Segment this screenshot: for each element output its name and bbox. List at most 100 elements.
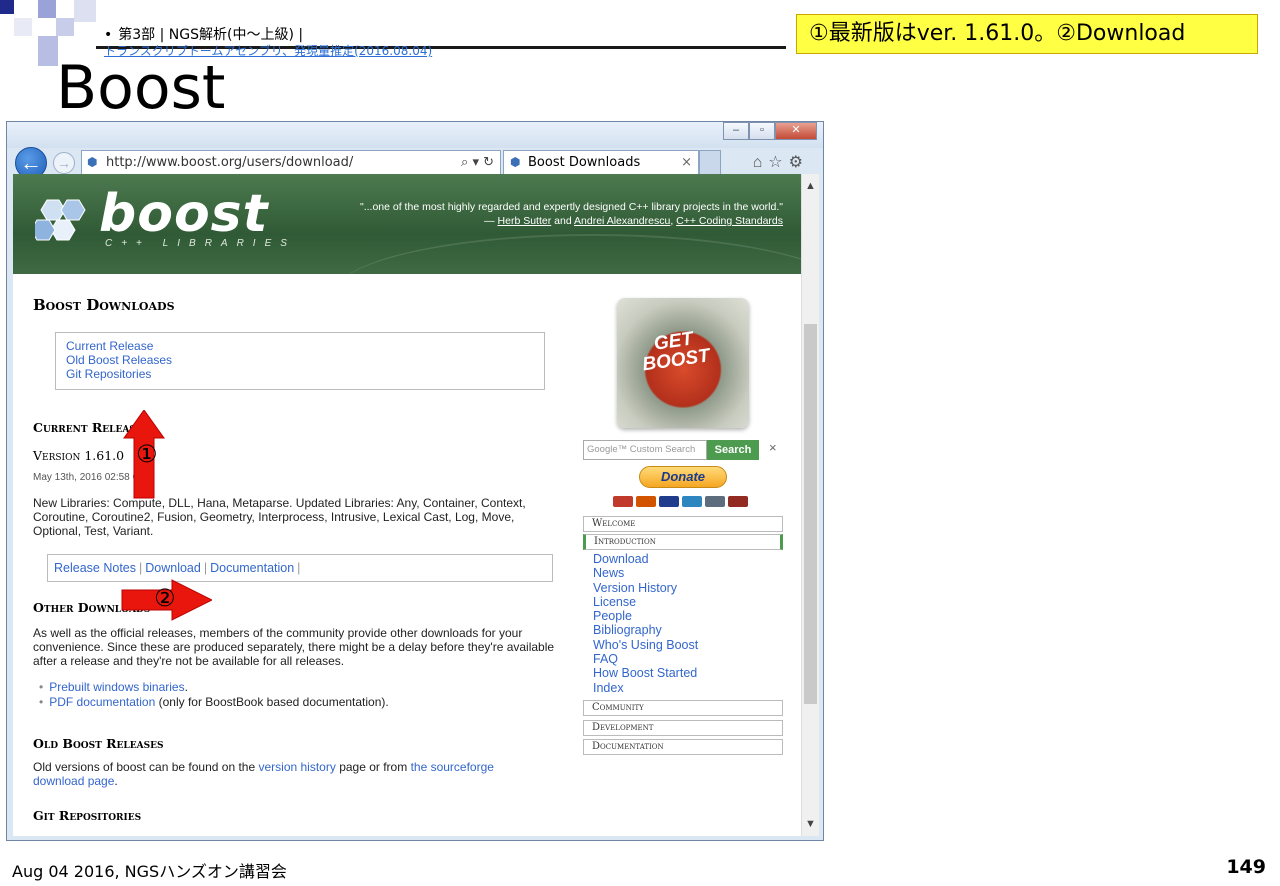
- forward-button[interactable]: →: [53, 152, 75, 174]
- decor-square: [0, 0, 14, 14]
- annotation-marker-1: ①: [136, 440, 158, 468]
- arrow-left-icon: ←: [20, 150, 42, 175]
- nav-documentation[interactable]: Documentation: [583, 739, 783, 755]
- nav-link-bibliography[interactable]: Bibliography: [593, 623, 698, 637]
- quote-author-link[interactable]: Andrei Alexandrescu: [574, 215, 670, 227]
- toolbar-icons[interactable]: ⌂☆⚙: [753, 152, 809, 172]
- nav-link-people[interactable]: People: [593, 609, 698, 623]
- tab-close-icon[interactable]: ×: [681, 151, 692, 174]
- donate-button[interactable]: Donate: [639, 466, 727, 488]
- get-boost-label: GET BOOST: [639, 327, 712, 376]
- close-button[interactable]: ✕: [775, 122, 817, 140]
- get-boost-button[interactable]: GET BOOST: [617, 298, 749, 428]
- search-button[interactable]: Search: [707, 440, 759, 460]
- documentation-link[interactable]: Documentation: [210, 561, 294, 575]
- slide-footer: Aug 04 2016, NGSハンズオン講習会: [12, 862, 287, 881]
- other-downloads-list: • Prebuilt windows binaries. • PDF documen…: [39, 680, 389, 710]
- breadcrumb-bullet: •: [104, 27, 113, 43]
- search-input[interactable]: Google™ Custom Search: [583, 440, 707, 460]
- nav-community[interactable]: Community: [583, 700, 783, 716]
- quote-author-link[interactable]: Herb Sutter: [498, 215, 552, 227]
- payment-cards: [613, 496, 748, 507]
- nav-link-faq[interactable]: FAQ: [593, 652, 698, 666]
- toc-link-git[interactable]: Git Repositories: [66, 367, 544, 381]
- list-item: • PDF documentation (only for BoostBook b…: [39, 695, 389, 710]
- nav-link-whos-using[interactable]: Who's Using Boost: [593, 638, 698, 652]
- scrollbar-thumb[interactable]: [804, 324, 817, 704]
- card-icon: [682, 496, 702, 507]
- slide-title: Boost: [56, 53, 226, 123]
- scroll-down-icon[interactable]: ▼: [805, 818, 816, 830]
- old-releases-mid: page or from: [335, 760, 411, 774]
- page-heading: Boost Downloads: [33, 296, 175, 314]
- version-history-link[interactable]: version history: [258, 760, 335, 774]
- quote-and: and: [551, 215, 575, 227]
- nav-welcome[interactable]: Welcome: [583, 516, 783, 532]
- other-downloads-text: As well as the official releases, member…: [33, 626, 555, 668]
- vertical-scrollbar[interactable]: ▲ ▼: [801, 174, 819, 836]
- nav-link-index[interactable]: Index: [593, 681, 698, 695]
- old-releases-pre: Old versions of boost can be found on th…: [33, 760, 259, 774]
- card-icon: [636, 496, 656, 507]
- card-icon: [613, 496, 633, 507]
- navigation-bar: ← → ⬢ http://www.boost.org/users/downloa…: [7, 144, 823, 179]
- old-releases-heading: Old Boost Releases: [33, 736, 164, 751]
- minimize-button[interactable]: –: [723, 122, 749, 140]
- toc-link-current-release[interactable]: Current Release: [66, 339, 544, 353]
- toc-link-old-releases[interactable]: Old Boost Releases: [66, 353, 544, 367]
- window-controls: – ▫ ✕: [723, 122, 817, 140]
- nav-development[interactable]: Development: [583, 720, 783, 736]
- breadcrumb-section: 第3部 | NGS解析(中〜上級) |: [118, 27, 304, 43]
- version-label: Version 1.61.0: [33, 448, 125, 463]
- address-controls[interactable]: ⌕ ▾ ↻: [461, 151, 494, 174]
- get-boost-line: BOOST: [641, 345, 712, 376]
- link-separator: |: [139, 561, 143, 575]
- list-item: • Prebuilt windows binaries.: [39, 680, 389, 695]
- boost-logo-icon: [35, 199, 86, 241]
- decor-square: [38, 0, 56, 18]
- quote-line: "...one of the most highly regarded and …: [359, 201, 783, 213]
- nav-introduction[interactable]: Introduction: [583, 534, 783, 550]
- old-releases-end: .: [114, 774, 118, 788]
- list-item-text: .: [184, 680, 188, 694]
- table-of-contents: Current Release Old Boost Releases Git R…: [55, 332, 545, 390]
- nav-link-download[interactable]: Download: [593, 552, 698, 566]
- decor-square: [56, 18, 74, 36]
- boost-banner: boost C++ LIBRARIES "...one of the most …: [13, 174, 801, 274]
- nav-link-version-history[interactable]: Version History: [593, 581, 698, 595]
- restore-button[interactable]: ▫: [749, 122, 775, 140]
- libraries-text: New Libraries: Compute, DLL, Hana, Metap…: [33, 496, 526, 538]
- prebuilt-binaries-link[interactable]: Prebuilt windows binaries: [49, 680, 184, 694]
- link-separator: |: [203, 561, 208, 575]
- nav-link-license[interactable]: License: [593, 595, 698, 609]
- card-icon: [705, 496, 725, 507]
- decor-square: [74, 0, 96, 22]
- list-item-text: (only for BoostBook based documentation)…: [155, 695, 389, 709]
- git-repositories-heading: Git Repositories: [33, 808, 142, 823]
- address-url: http://www.boost.org/users/download/: [106, 155, 354, 170]
- page-viewport: boost C++ LIBRARIES "...one of the most …: [13, 174, 801, 836]
- introduction-links: Download News Version History License Pe…: [593, 552, 698, 695]
- old-releases-text: Old versions of boost can be found on th…: [33, 760, 533, 788]
- page-content: Boost Downloads Current Release Old Boos…: [13, 274, 801, 836]
- quote-book-link[interactable]: C++ Coding Standards: [676, 215, 783, 227]
- quote-dash: —: [484, 215, 498, 227]
- tab-boost-downloads[interactable]: ⬢ Boost Downloads ×: [503, 150, 699, 175]
- nav-link-how-started[interactable]: How Boost Started: [593, 666, 698, 680]
- bullet: •: [39, 680, 44, 694]
- boost-logo-text[interactable]: boost: [99, 184, 268, 244]
- release-notes-link[interactable]: Release Notes: [54, 561, 136, 575]
- boost-logo-subtitle: C++ LIBRARIES: [105, 238, 296, 249]
- link-separator: |: [297, 561, 301, 575]
- nav-link-news[interactable]: News: [593, 566, 698, 580]
- annotation-note: ①最新版はver. 1.61.0。②Download: [796, 14, 1258, 54]
- scroll-up-icon[interactable]: ▲: [805, 180, 816, 192]
- banner-quote: "...one of the most highly regarded and …: [360, 200, 783, 228]
- address-bar[interactable]: ⬢ http://www.boost.org/users/download/ ⌕…: [81, 150, 501, 175]
- arrow-right-icon: →: [57, 155, 71, 171]
- pdf-documentation-link[interactable]: PDF documentation: [49, 695, 155, 709]
- new-tab-button[interactable]: [699, 150, 721, 175]
- site-favicon-icon: ⬢: [87, 155, 98, 169]
- download-link[interactable]: Download: [145, 561, 201, 575]
- search-clear-icon[interactable]: ×: [769, 440, 777, 455]
